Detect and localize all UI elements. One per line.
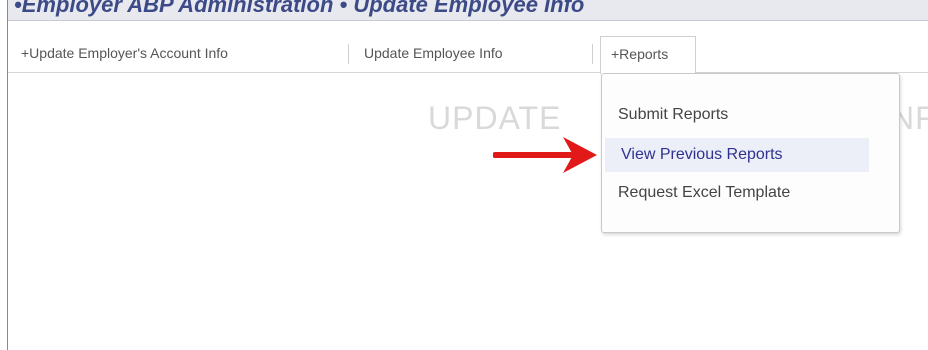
tab-update-employee-info[interactable]: Update Employee Info xyxy=(364,36,503,70)
page-heading-watermark: UPDATE xyxy=(428,100,562,136)
tab-bar: +Update Employer's Account Info Update E… xyxy=(8,32,928,74)
tab-reports[interactable]: +Reports xyxy=(600,36,696,74)
tab-separator xyxy=(348,44,349,64)
red-arrow-icon xyxy=(493,137,597,173)
menu-item-request-excel-template[interactable]: Request Excel Template xyxy=(618,184,790,202)
tab-update-employer-account-info[interactable]: +Update Employer's Account Info xyxy=(21,36,228,70)
tab-separator xyxy=(592,44,593,64)
page-header: •Employer ABP Administration • Update Em… xyxy=(8,0,928,21)
menu-item-submit-reports[interactable]: Submit Reports xyxy=(618,106,728,124)
page-title: •Employer ABP Administration • Update Em… xyxy=(14,0,585,17)
reports-dropdown-menu: Submit Reports View Previous Reports Req… xyxy=(601,73,900,233)
menu-item-view-previous-reports[interactable]: View Previous Reports xyxy=(605,138,869,172)
app-frame: •Employer ABP Administration • Update Em… xyxy=(7,0,928,350)
